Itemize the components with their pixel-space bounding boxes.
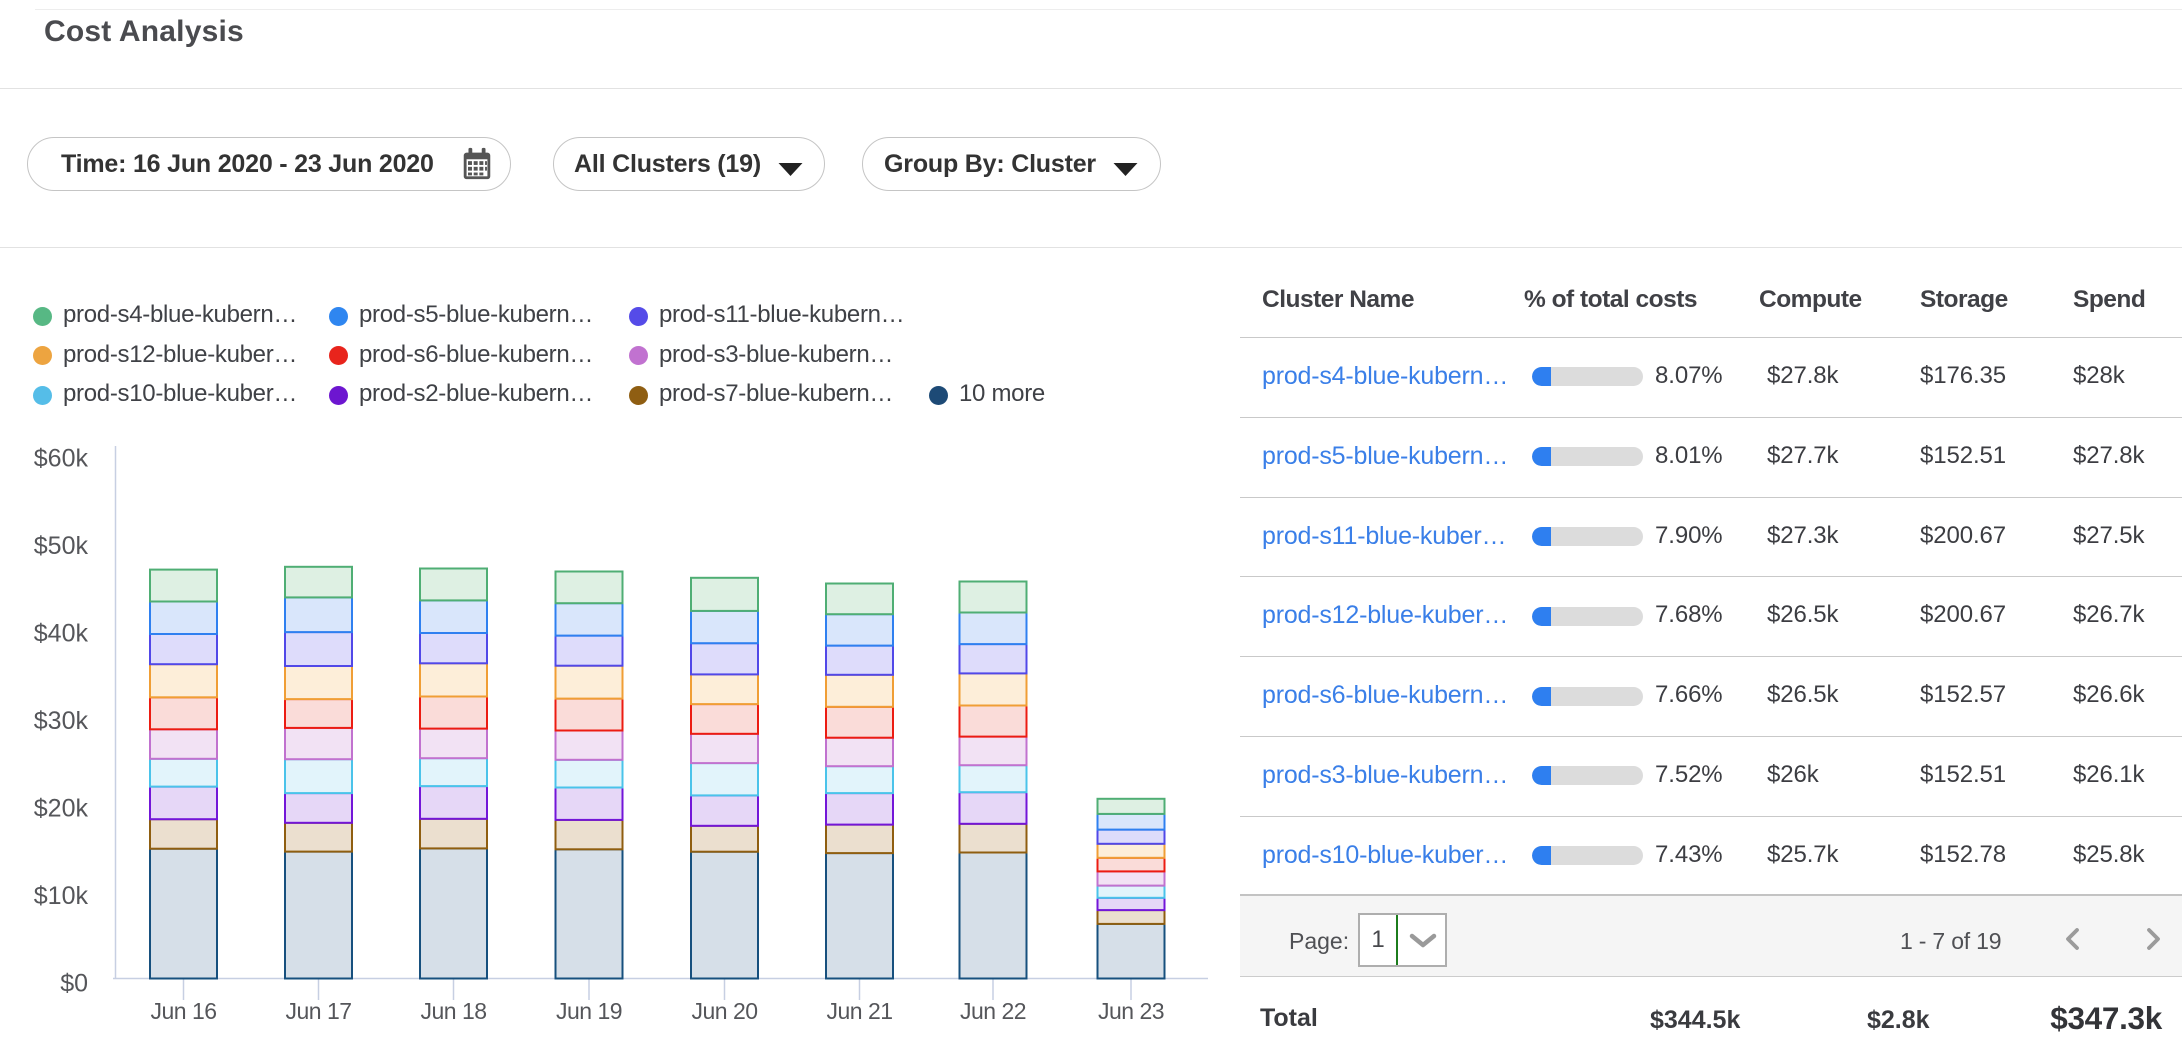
svg-text:$40k: $40k (34, 620, 89, 648)
svg-text:Jun 20: Jun 20 (691, 998, 757, 1024)
svg-text:$30k: $30k (34, 707, 89, 735)
svg-text:$10k: $10k (34, 882, 89, 910)
svg-text:Jun 18: Jun 18 (420, 998, 486, 1024)
svg-text:Jun 19: Jun 19 (556, 998, 622, 1024)
svg-text:Jun 17: Jun 17 (285, 998, 351, 1024)
svg-text:$50k: $50k (34, 532, 89, 560)
svg-text:Jun 21: Jun 21 (826, 998, 892, 1024)
svg-text:Jun 22: Jun 22 (960, 998, 1026, 1024)
svg-text:$20k: $20k (34, 795, 89, 823)
svg-text:Jun 16: Jun 16 (150, 998, 216, 1024)
svg-text:Jun 23: Jun 23 (1098, 998, 1164, 1024)
svg-text:$60k: $60k (34, 445, 89, 473)
svg-text:$0: $0 (60, 970, 88, 998)
